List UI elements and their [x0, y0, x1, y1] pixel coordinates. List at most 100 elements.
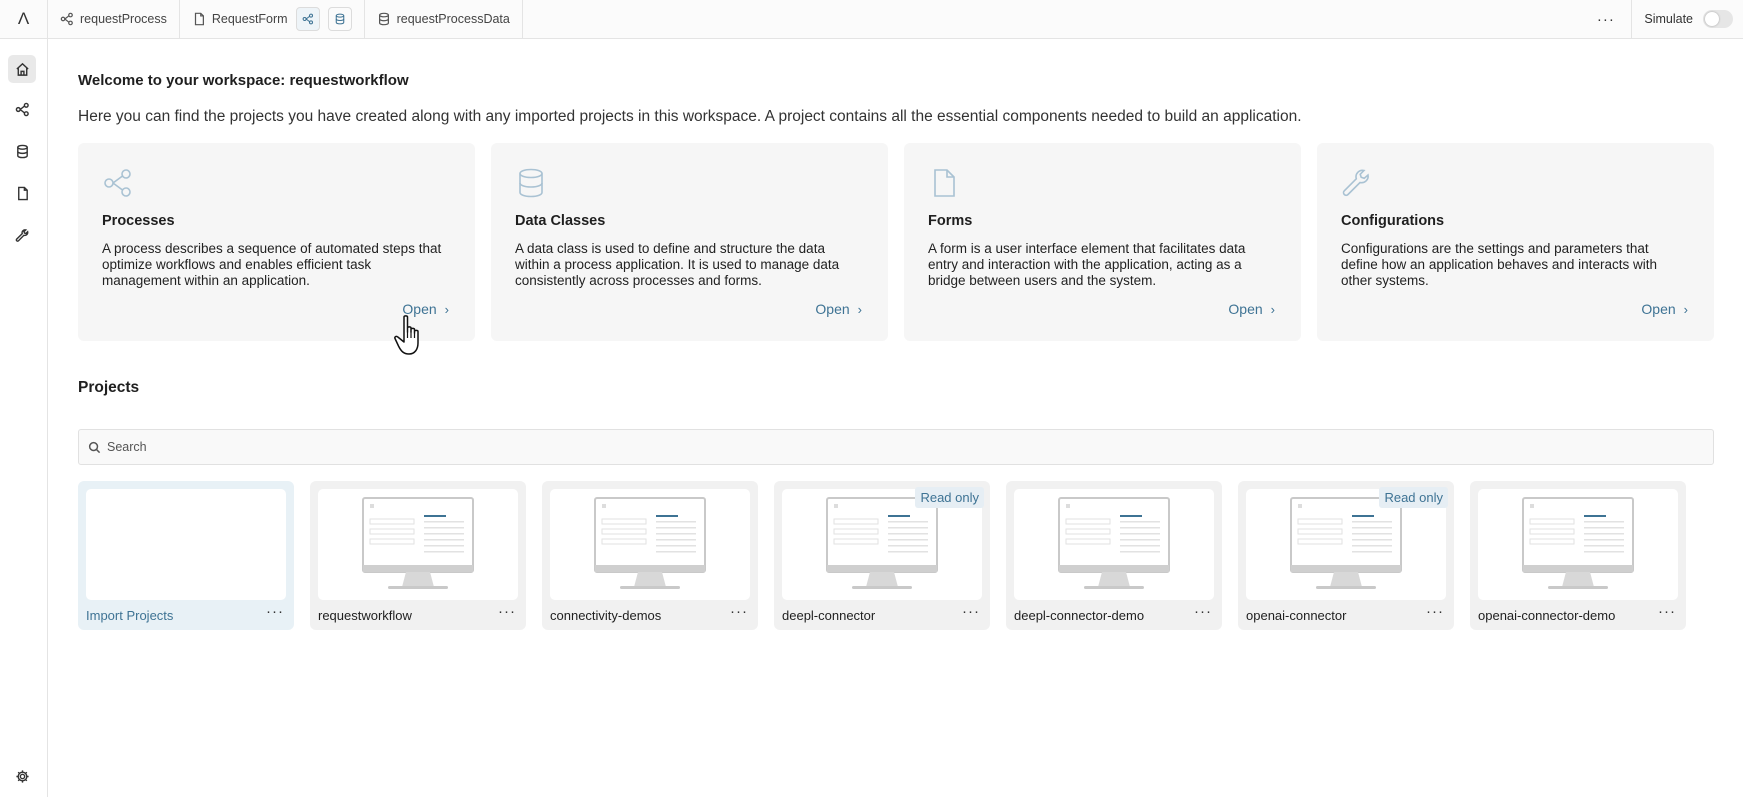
card-description: A form is a user interface element that …	[928, 241, 1246, 288]
project-more-button[interactable]: ···	[266, 603, 284, 620]
project-more-button[interactable]: ···	[1194, 603, 1212, 620]
monitor-icon	[1290, 497, 1402, 589]
tab-label: requestProcessData	[396, 12, 510, 26]
project-name: openai-connector	[1246, 608, 1347, 623]
card-data-classes: Data Classes A data class is used to def…	[491, 143, 888, 341]
monitor-icon	[594, 497, 706, 589]
project-more-button[interactable]: ···	[962, 603, 980, 620]
monitor-icon	[826, 497, 938, 589]
tab-request-form[interactable]: RequestForm	[180, 0, 365, 38]
page-intro: Here you can find the projects you have …	[78, 108, 1302, 125]
project-more-button[interactable]: ···	[730, 603, 748, 620]
database-icon	[378, 12, 389, 26]
hand-cursor-icon	[394, 315, 419, 355]
project-more-button[interactable]: ···	[1426, 603, 1444, 620]
search-icon	[88, 441, 101, 453]
database-icon	[335, 13, 344, 25]
project-name: deepl-connector	[782, 608, 876, 623]
monitor-icon	[1522, 497, 1634, 589]
file-icon	[194, 12, 204, 26]
card-processes: Processes A process describes a sequence…	[78, 143, 475, 341]
project-card-import[interactable]: Import Projects ···	[78, 481, 294, 630]
card-title: Data Classes	[515, 213, 606, 229]
wrench-icon	[1342, 169, 1369, 197]
card-title: Configurations	[1341, 213, 1445, 229]
chevron-right-icon: ›	[1683, 301, 1688, 317]
project-card[interactable]: Read only deepl-connector ···	[774, 481, 990, 630]
file-icon	[17, 186, 28, 200]
project-card[interactable]: requestworkflow ···	[310, 481, 526, 630]
simulate-toggle[interactable]	[1703, 10, 1733, 28]
logo[interactable]: Λ	[0, 0, 48, 38]
card-description: A process describes a sequence of automa…	[102, 241, 442, 288]
process-icon	[302, 13, 313, 25]
tab-label: RequestForm	[211, 12, 288, 26]
open-forms-link[interactable]: Open ›	[1228, 301, 1275, 317]
wrench-icon	[15, 228, 28, 242]
project-name: deepl-connector-demo	[1014, 608, 1145, 623]
project-thumbnail	[86, 489, 286, 600]
project-more-button[interactable]: ···	[498, 603, 516, 620]
sidebar-item-processes[interactable]	[8, 95, 36, 123]
process-icon	[60, 12, 73, 26]
process-icon	[104, 169, 131, 197]
page-title: Welcome to your workspace: requestworkfl…	[78, 72, 409, 89]
simulate-control: Simulate	[1632, 0, 1743, 38]
search-input[interactable]	[107, 440, 707, 454]
simulate-label: Simulate	[1644, 12, 1693, 26]
chevron-right-icon: ›	[444, 301, 449, 317]
project-card[interactable]: openai-connector-demo ···	[1470, 481, 1686, 630]
database-icon	[16, 144, 28, 158]
sidebar-item-data-classes[interactable]	[8, 137, 36, 165]
monitor-icon	[362, 497, 474, 589]
home-icon	[15, 62, 29, 76]
tab-request-process-data[interactable]: requestProcessData	[365, 0, 523, 38]
card-title: Forms	[928, 213, 973, 229]
project-thumbnail	[550, 489, 750, 600]
card-title: Processes	[102, 213, 175, 229]
more-options-button[interactable]: ···	[1580, 0, 1633, 38]
project-thumbnail	[318, 489, 518, 600]
read-only-badge: Read only	[1379, 487, 1448, 508]
sidebar-item-forms[interactable]	[8, 179, 36, 207]
gear-icon	[15, 769, 29, 783]
project-more-button[interactable]: ···	[1658, 603, 1676, 620]
project-name: Import Projects	[86, 608, 174, 623]
project-list: Import Projects ··· requestworkflow ··· …	[78, 481, 1686, 630]
project-thumbnail	[1014, 489, 1214, 600]
file-icon	[934, 169, 955, 197]
read-only-badge: Read only	[915, 487, 984, 508]
project-name: openai-connector-demo	[1478, 608, 1616, 623]
chevron-right-icon: ›	[1270, 301, 1275, 317]
open-data-classes-link[interactable]: Open ›	[815, 301, 862, 317]
project-card[interactable]: connectivity-demos ···	[542, 481, 758, 630]
form-data-toggle[interactable]	[327, 7, 352, 31]
form-process-toggle[interactable]	[295, 7, 320, 31]
sidebar	[0, 39, 48, 797]
sidebar-item-home[interactable]	[8, 55, 36, 83]
overview-cards: Processes A process describes a sequence…	[78, 143, 1714, 341]
chevron-right-icon: ›	[857, 301, 862, 317]
project-name: connectivity-demos	[550, 608, 662, 623]
project-card[interactable]: deepl-connector-demo ···	[1006, 481, 1222, 630]
sidebar-item-configurations[interactable]	[8, 221, 36, 249]
project-search	[78, 429, 1714, 465]
card-description: A data class is used to define and struc…	[515, 241, 840, 288]
open-label: Open	[815, 301, 850, 317]
project-name: requestworkflow	[318, 608, 412, 623]
card-configurations: Configurations Configurations are the se…	[1317, 143, 1714, 341]
top-bar: Λ requestProcess RequestForm requestProc…	[0, 0, 1743, 39]
open-label: Open	[1228, 301, 1263, 317]
open-label: Open	[1641, 301, 1676, 317]
database-icon	[519, 168, 543, 198]
sidebar-item-settings[interactable]	[8, 762, 36, 790]
card-description: Configurations are the settings and para…	[1341, 241, 1657, 288]
project-thumbnail	[1478, 489, 1678, 600]
open-configurations-link[interactable]: Open ›	[1641, 301, 1688, 317]
card-forms: Forms A form is a user interface element…	[904, 143, 1301, 341]
tab-label: requestProcess	[80, 12, 167, 26]
projects-heading: Projects	[78, 379, 140, 396]
process-icon	[15, 102, 29, 116]
project-card[interactable]: Read only openai-connector ···	[1238, 481, 1454, 630]
tab-request-process[interactable]: requestProcess	[48, 0, 180, 38]
